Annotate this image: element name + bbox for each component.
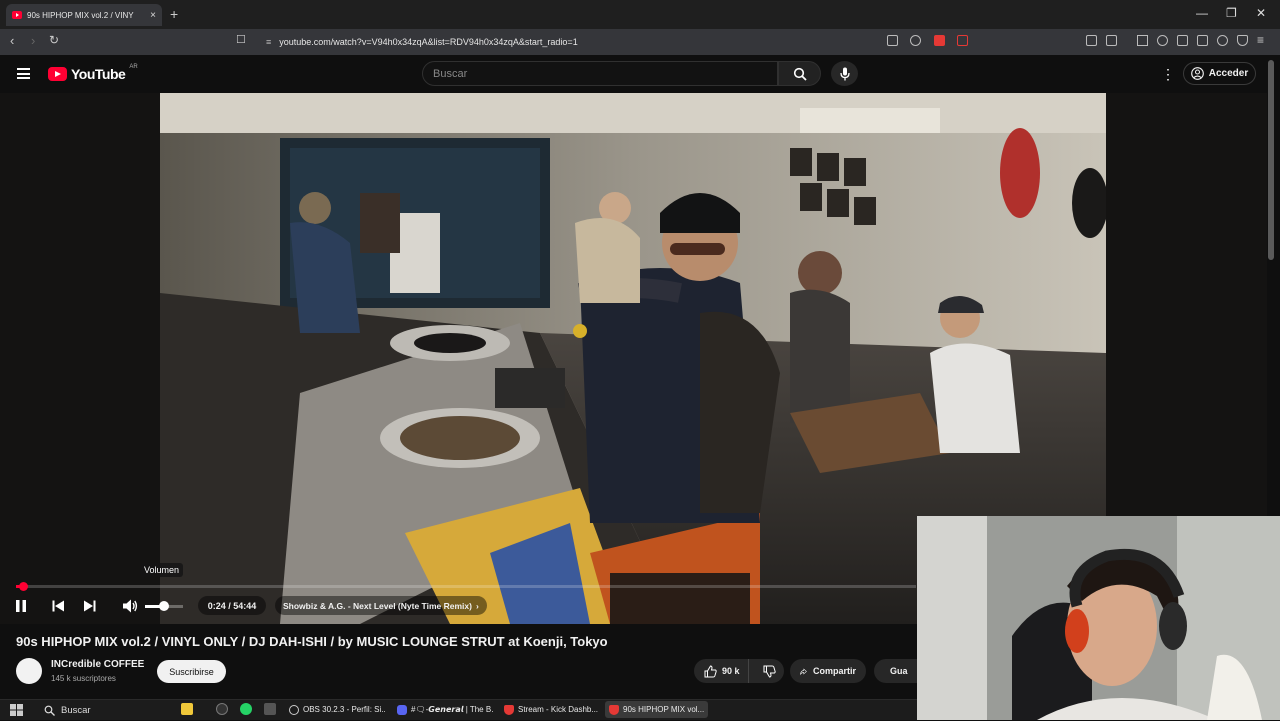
taskbar-app-obs[interactable]: OBS 30.2.3 - Perfil: Si... xyxy=(285,701,385,718)
taskbar-app-label: 90s HIPHOP MIX vol... xyxy=(623,705,705,714)
search-placeholder: Buscar xyxy=(433,67,468,80)
url-text: youtube.com/watch?v=V94h0x34zqA&list=RDV… xyxy=(279,36,578,47)
time-display: 0:24 / 54:44 xyxy=(198,596,266,615)
taskbar-app-label: OBS 30.2.3 - Perfil: Si... xyxy=(303,705,385,714)
hamburger-menu-icon[interactable] xyxy=(17,68,30,79)
site-info-icon[interactable]: ≡ xyxy=(266,37,271,47)
brave-shield-icon[interactable] xyxy=(934,35,945,46)
thumbs-up-icon xyxy=(704,664,717,677)
share-label: Compartir xyxy=(812,666,856,676)
channel-name[interactable]: INCredible COFFEE xyxy=(51,659,144,670)
minimize-button[interactable]: — xyxy=(1196,6,1208,20)
page-scrollbar[interactable] xyxy=(1268,60,1274,260)
webcam-feed xyxy=(917,516,1280,720)
sign-in-label: Acceder xyxy=(1208,68,1249,79)
youtube-wordmark: YouTube xyxy=(71,66,126,82)
volume-knob[interactable] xyxy=(159,601,169,611)
sidebar-icon[interactable] xyxy=(1177,35,1188,46)
start-menu-icon[interactable] xyxy=(10,703,23,721)
brave-icon xyxy=(609,704,619,715)
youtube-play-logo-icon xyxy=(48,67,67,81)
tab-title: 90s HIPHOP MIX vol.2 / VINY xyxy=(27,10,134,20)
dislike-button[interactable] xyxy=(755,665,784,678)
taskbar-app-discord[interactable]: #🗨-𝙂𝙚𝙣𝙚𝙧𝙖𝙡 | The B... xyxy=(393,701,493,718)
volume-tooltip: Volumen xyxy=(140,563,184,577)
taskbar-app-label: Stream - Kick Dashb... xyxy=(518,705,599,714)
voice-search-button[interactable] xyxy=(831,61,858,86)
whatsapp-icon[interactable] xyxy=(240,703,252,715)
like-count: 90 k xyxy=(722,666,740,676)
progress-scrubber[interactable] xyxy=(18,582,28,591)
volume-icon xyxy=(123,599,138,613)
search-input[interactable]: Buscar xyxy=(422,61,778,86)
wallet-icon[interactable] xyxy=(1197,35,1208,46)
rewards-icon[interactable] xyxy=(957,35,968,46)
microphone-icon xyxy=(839,67,850,80)
save-button[interactable]: Gua xyxy=(874,659,917,683)
taskbar-search-icon xyxy=(44,705,55,716)
settings-kebab-icon[interactable]: ⋮ xyxy=(1161,66,1175,83)
webcam-overlay xyxy=(917,516,1280,720)
chapter-button[interactable]: Showbiz & A.G. - Next Level (Nyte Time R… xyxy=(275,596,487,615)
media-icon[interactable] xyxy=(1157,35,1168,46)
channel-avatar[interactable] xyxy=(16,658,42,684)
region-code: AR xyxy=(129,64,138,70)
mute-button[interactable] xyxy=(122,597,139,618)
speaker-app-icon[interactable] xyxy=(264,703,276,715)
discord-icon xyxy=(397,704,407,715)
reload-icon[interactable]: ↻ xyxy=(49,33,59,47)
next-button[interactable] xyxy=(83,597,97,618)
browser-tab-bar xyxy=(0,0,1280,29)
restore-button[interactable]: ❐ xyxy=(1226,6,1237,20)
next-icon xyxy=(84,600,96,612)
brave-icon xyxy=(504,704,514,715)
pause-button[interactable] xyxy=(14,597,28,618)
tab-close-icon[interactable]: × xyxy=(150,10,156,21)
subscribe-button[interactable]: Suscribirse xyxy=(157,660,226,683)
like-dislike-group: 90 k xyxy=(694,659,784,683)
sign-in-button[interactable]: Acceder xyxy=(1183,62,1256,85)
forward-arrow-icon[interactable]: › xyxy=(31,33,35,48)
vpn-shield-icon[interactable] xyxy=(1237,35,1248,46)
youtube-logo[interactable]: YouTube AR xyxy=(48,64,138,82)
taskbar-app-label: #🗨-𝙂𝙚𝙣𝙚𝙧𝙖𝙡 | The B... xyxy=(411,705,493,714)
close-window-button[interactable]: ✕ xyxy=(1256,6,1266,20)
tab-search-icon[interactable] xyxy=(1106,35,1117,46)
search-icon xyxy=(793,67,807,81)
search-button[interactable] xyxy=(778,61,821,86)
obs-icon xyxy=(289,704,299,715)
subscriber-count: 145 k suscriptores xyxy=(51,674,116,683)
youtube-favicon-icon xyxy=(12,11,22,19)
previous-icon xyxy=(52,600,64,612)
cast-icon[interactable] xyxy=(887,35,898,46)
video-title: 90s HIPHOP MIX vol.2 / VINYL ONLY / DJ D… xyxy=(16,634,608,649)
taskbar-search-label: Buscar xyxy=(61,704,91,716)
taskbar-app-youtube[interactable]: 90s HIPHOP MIX vol... xyxy=(605,701,708,718)
back-arrow-icon[interactable]: ‹ xyxy=(10,33,14,48)
account-icon xyxy=(1190,67,1204,80)
extensions-icon[interactable] xyxy=(1086,35,1097,46)
previous-button[interactable] xyxy=(51,597,65,618)
browser-menu-icon[interactable]: ≡ xyxy=(1257,33,1264,47)
bookmark-icon[interactable]: ☐ xyxy=(236,33,246,46)
chapter-title: Showbiz & A.G. - Next Level (Nyte Time R… xyxy=(283,600,472,611)
leo-ai-icon[interactable] xyxy=(1217,35,1228,46)
share-button[interactable]: Compartir xyxy=(790,659,866,683)
new-tab-button[interactable]: + xyxy=(170,6,178,22)
url-field[interactable]: ≡ youtube.com/watch?v=V94h0x34zqA&list=R… xyxy=(254,31,974,52)
progress-bar[interactable] xyxy=(16,585,916,588)
browser-tab[interactable]: 90s HIPHOP MIX vol.2 / VINY × xyxy=(6,4,162,26)
share-page-icon[interactable] xyxy=(910,35,921,46)
pause-icon xyxy=(16,600,26,612)
thumbs-down-icon xyxy=(763,665,776,678)
app-icon[interactable] xyxy=(216,703,228,715)
like-button[interactable]: 90 k xyxy=(694,659,749,683)
download-icon[interactable] xyxy=(1137,35,1148,46)
share-icon xyxy=(800,667,807,675)
taskbar-app-kick[interactable]: Stream - Kick Dashb... xyxy=(500,701,600,718)
copilot-sparkle-icon[interactable] xyxy=(181,703,193,715)
save-label: Gua xyxy=(890,666,908,676)
chapter-chevron-icon: › xyxy=(475,600,479,611)
